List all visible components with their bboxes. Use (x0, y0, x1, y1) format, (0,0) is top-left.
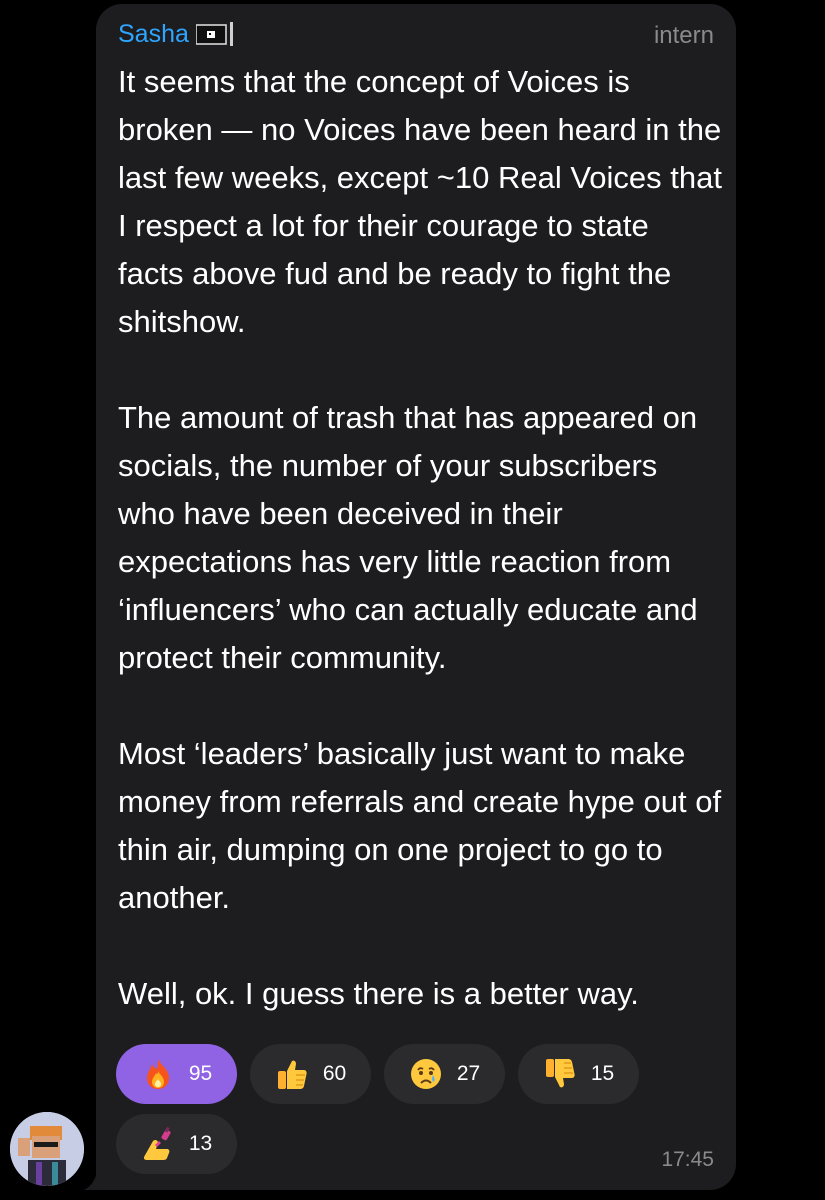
reaction-nail-polish[interactable]: 13 (116, 1114, 237, 1174)
sender-name[interactable]: Sasha (118, 20, 189, 48)
thumbs-down-emoji-icon (543, 1057, 577, 1091)
message-paragraph: The amount of trash that has appeared on… (118, 400, 698, 675)
reaction-thumbs-up[interactable]: 60 (250, 1044, 371, 1104)
message-text: It seems that the concept of Voices is b… (118, 58, 722, 1018)
crying-face-emoji-icon (409, 1057, 443, 1091)
message-bubble[interactable]: Sasha intern It seems that the concept o… (96, 4, 736, 1190)
reaction-crying-face[interactable]: 27 (384, 1044, 505, 1104)
message-timestamp: 17:45 (661, 1148, 714, 1171)
sender-avatar[interactable] (10, 1112, 84, 1186)
reaction-count: 95 (188, 1062, 213, 1085)
message-paragraph: Most ‘leaders’ basically just want to ma… (118, 736, 722, 915)
member-role-badge: intern (653, 22, 714, 49)
reaction-count: 60 (322, 1062, 347, 1085)
sender-header: Sasha (118, 20, 234, 48)
thumbs-up-emoji-icon (275, 1057, 309, 1091)
message-paragraph: Well, ok. I guess there is a better way. (118, 976, 639, 1011)
nail-polish-emoji-icon (141, 1126, 175, 1161)
reaction-count: 27 (456, 1062, 481, 1085)
pirate-flag-emoji-icon (195, 22, 234, 46)
reaction-thumbs-down[interactable]: 15 (518, 1044, 639, 1104)
fire-emoji-icon (141, 1057, 175, 1091)
reaction-count: 13 (188, 1132, 213, 1155)
reaction-count: 15 (590, 1062, 615, 1085)
reaction-fire[interactable]: 95 (116, 1044, 237, 1104)
message-paragraph: It seems that the concept of Voices is b… (118, 64, 722, 339)
